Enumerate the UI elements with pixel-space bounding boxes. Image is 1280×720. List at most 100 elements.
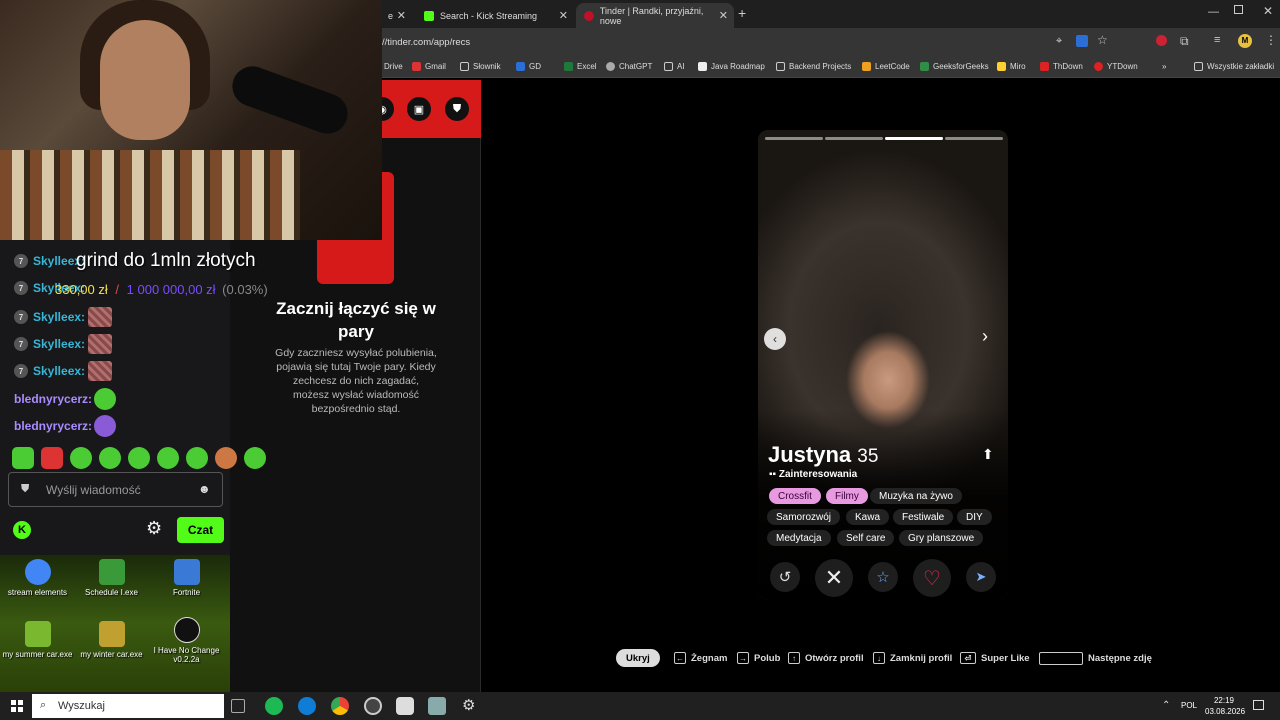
bookmark[interactable]: Java Roadmap [698, 62, 765, 71]
emote-icon[interactable] [12, 447, 34, 469]
goal-percentage: (0.03%) [222, 282, 268, 297]
close-icon[interactable]: ✕ [397, 9, 406, 22]
emote-icon[interactable] [128, 447, 150, 469]
bookmark[interactable]: ThDown [1040, 62, 1083, 71]
super-like-button[interactable]: ☆ [868, 562, 898, 592]
nope-button[interactable]: ✕ [815, 559, 853, 597]
app-icon[interactable] [428, 697, 446, 715]
close-window-button[interactable]: ✕ [1263, 4, 1273, 18]
emoji-icon[interactable]: ☻ [198, 482, 211, 496]
app-icon[interactable] [396, 697, 414, 715]
bookmark[interactable]: Drive [384, 62, 403, 71]
emote-icon[interactable] [70, 447, 92, 469]
enter-key-icon: ⏎ [960, 652, 976, 664]
more-bookmarks-icon[interactable]: » [1162, 62, 1166, 71]
keyboard-shortcuts: Ukryj ← Żegnam → Polub ↑ Otwórz profil ↓ Zam… [616, 648, 1156, 668]
bookmark[interactable]: ChatGPT [606, 62, 652, 71]
language-indicator[interactable]: POL [1181, 701, 1197, 710]
arrow-right-icon: → [737, 652, 749, 664]
tab-tinder[interactable]: Tinder | Randki, przyjaźni, nowe ✕ [576, 3, 734, 28]
clock[interactable]: 22:19 03.08.2026 [1205, 695, 1245, 717]
empty-description: Gdy zaczniesz wysyłać polubienia, pojawi… [275, 347, 437, 415]
boost-button[interactable]: ➤ [966, 562, 996, 592]
desktop-icon[interactable]: Fortnite [149, 559, 224, 597]
bookmark[interactable]: GeeksforGeeks [920, 62, 989, 71]
shield-icon[interactable]: ⛊ [445, 97, 469, 121]
obs-icon[interactable] [364, 697, 382, 715]
bookmark[interactable]: YTDown [1094, 62, 1138, 71]
new-tab-button[interactable]: + [738, 5, 746, 21]
bookmark[interactable]: Excel [564, 62, 597, 71]
emote-icon[interactable] [215, 447, 237, 469]
desktop-icon[interactable]: my winter car.exe [74, 621, 149, 659]
chat-message: 7 Skylleex: [14, 307, 113, 327]
bookmark[interactable]: GD [516, 62, 541, 71]
star-icon[interactable]: ☆ [1097, 33, 1108, 47]
like-button[interactable]: ♡ [913, 559, 951, 597]
bookmark[interactable]: Backend Projects [776, 62, 851, 71]
desktop-icon[interactable]: Schedule I.exe [74, 559, 149, 597]
shortcut-open: ↑ Otwórz profil [788, 648, 864, 668]
tab-kick[interactable]: Search - Kick Streaming ✕ [416, 3, 574, 28]
url-text[interactable]: //tinder.com/app/recs [382, 37, 470, 48]
send-chat-button[interactable]: Czat [177, 517, 224, 543]
edge-icon[interactable] [298, 697, 316, 715]
next-photo-icon[interactable]: › [982, 326, 988, 347]
chat-input[interactable]: ⛊ Wyślij wiadomość ☻ [8, 472, 223, 507]
hide-shortcuts-button[interactable]: Ukryj [616, 649, 660, 667]
spotify-icon[interactable] [265, 697, 283, 715]
bookmark[interactable]: AI [664, 62, 685, 71]
taskbar-search[interactable]: ⌕ Wyszukaj [32, 694, 224, 718]
emote-icon [94, 388, 117, 410]
maximize-button[interactable] [1234, 5, 1243, 14]
profile-avatar[interactable]: M [1238, 34, 1252, 48]
interest-tag: Festiwale [893, 509, 954, 525]
tray-expand-icon[interactable]: ⌃ [1162, 700, 1170, 711]
emote-icon [88, 307, 113, 327]
game-icon [98, 621, 125, 647]
previous-photo-icon[interactable]: ‹ [764, 328, 786, 350]
bookmark[interactable]: Słownik [460, 62, 501, 71]
close-icon[interactable]: ✕ [559, 9, 568, 22]
emote-icon[interactable] [99, 447, 121, 469]
bookmark[interactable]: Miro [997, 62, 1026, 71]
rewind-button[interactable]: ↺ [770, 562, 800, 592]
task-view-icon[interactable] [231, 699, 245, 713]
emote-icon[interactable] [186, 447, 208, 469]
menu-icon[interactable]: ⋮ [1265, 33, 1277, 47]
interest-tag: Gry planszowe [899, 530, 984, 546]
emote-icon[interactable] [41, 447, 63, 469]
notifications-icon[interactable] [1253, 700, 1264, 710]
chat-message: blednyrycerz: [14, 415, 117, 437]
windows-start-icon[interactable] [11, 700, 23, 712]
extension-icon[interactable] [1156, 35, 1167, 46]
emote-icon[interactable] [244, 447, 266, 469]
chrome-icon[interactable] [331, 697, 349, 715]
arrow-up-icon: ↑ [788, 652, 800, 664]
shortcut-next: Następne zdję [1039, 648, 1152, 668]
close-icon[interactable]: ✕ [719, 9, 728, 22]
settings-icon[interactable]: ⚙ [462, 696, 475, 714]
bookmark[interactable]: LeetCode [862, 62, 910, 71]
profile-card[interactable]: ‹ › Justyna 35 ⬆ ▪▪ Zainteresowania Cros… [758, 130, 1008, 600]
puzzle-icon[interactable]: ⧉ [1180, 34, 1189, 49]
translate-icon[interactable] [1076, 35, 1088, 47]
emote-icon[interactable] [157, 447, 179, 469]
bookmark-all[interactable]: Wszystkie zakładki [1194, 62, 1274, 71]
grid-icon: ▪▪ [769, 469, 779, 480]
desktop-icon[interactable]: I Have No Change v0.2.2a [149, 617, 224, 664]
minimize-button[interactable]: — [1208, 6, 1219, 18]
gear-icon[interactable]: ⚙ [146, 518, 162, 539]
location-icon[interactable]: ⌖ [1056, 35, 1062, 48]
bookmark[interactable]: Gmail [412, 62, 446, 71]
desktop-icon[interactable]: stream elements [0, 559, 75, 597]
briefcase-icon[interactable]: ▣ [407, 97, 431, 121]
shortcut-super: ⏎ Super Like [960, 648, 1030, 668]
kick-icon[interactable]: K [13, 521, 31, 539]
webcam-overlay [0, 0, 382, 240]
media-icon[interactable]: ≡ [1214, 34, 1220, 46]
desktop-icon[interactable]: my summer car.exe [0, 621, 75, 659]
tab-partial[interactable]: e ✕ [380, 3, 410, 28]
open-profile-icon[interactable]: ⬆ [982, 446, 994, 463]
shield-icon: ⛊ [21, 483, 30, 495]
